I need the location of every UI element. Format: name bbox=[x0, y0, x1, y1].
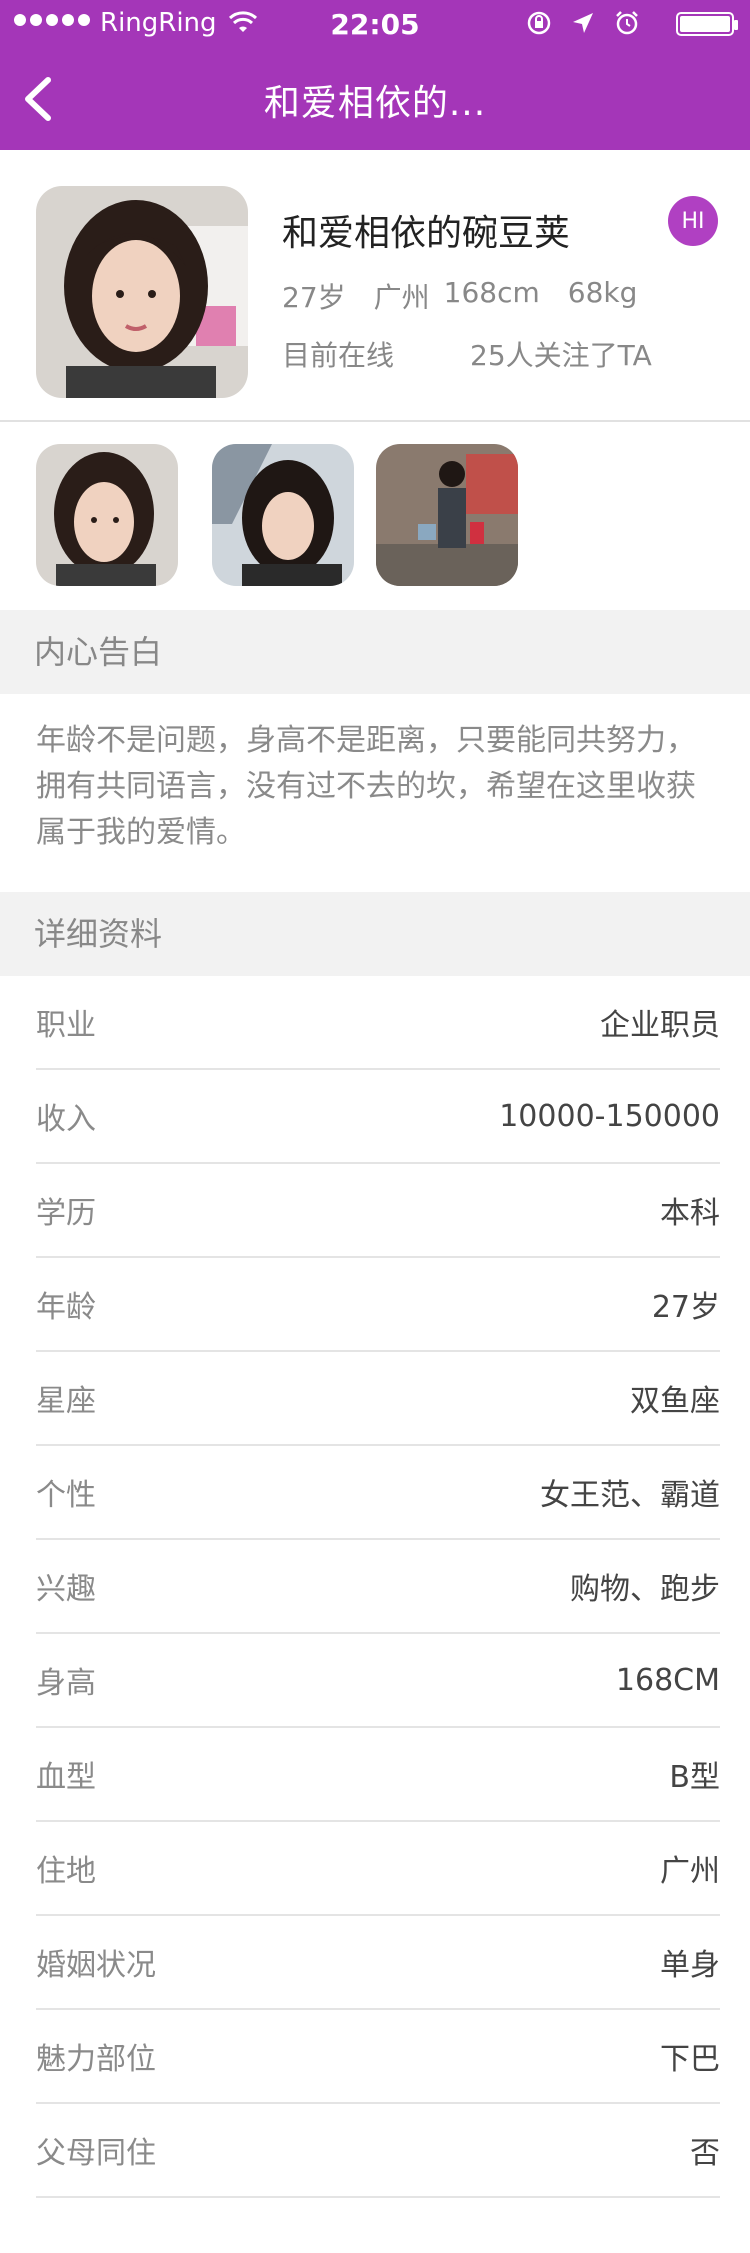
detail-label: 身高 bbox=[36, 1666, 96, 1701]
detail-row-age: 年龄 27岁 bbox=[36, 1258, 720, 1352]
detail-label: 年龄 bbox=[36, 1290, 96, 1325]
detail-row-occupation: 职业 企业职员 bbox=[36, 976, 720, 1070]
say-hi-button[interactable]: HI bbox=[668, 196, 718, 246]
detail-row-height: 身高 168CM bbox=[36, 1634, 720, 1728]
detail-label: 兴趣 bbox=[36, 1572, 96, 1607]
detail-label: 星座 bbox=[36, 1384, 96, 1419]
section-header-confession: 内心告白 bbox=[0, 610, 750, 694]
details-list: 职业 企业职员 收入 10000-150000 学历 本科 年龄 27岁 星座 … bbox=[0, 976, 750, 2198]
profile-card: 和爱相依的碗豆荚 HI 27岁 广州 168cm 68kg 目前在线 25人关注… bbox=[0, 150, 750, 422]
detail-row-marital-status: 婚姻状况 单身 bbox=[36, 1916, 720, 2010]
detail-value: 广州 bbox=[660, 1854, 720, 1889]
detail-row-blood-type: 血型 B型 bbox=[36, 1728, 720, 1822]
status-bar: RingRing 22:05 bbox=[0, 0, 750, 48]
nav-bar: 和爱相依的... bbox=[0, 48, 750, 150]
app-header: RingRing 22:05 和爱相依的... bbox=[0, 0, 750, 150]
detail-label: 收入 bbox=[36, 1102, 96, 1137]
profile-meta: 27岁 广州 168cm 68kg bbox=[282, 276, 637, 316]
photo-thumbnail[interactable] bbox=[376, 444, 518, 586]
profile-city: 广州 bbox=[373, 281, 430, 314]
battery-icon bbox=[676, 12, 738, 36]
profile-weight: 68kg bbox=[567, 276, 638, 309]
detail-label: 父母同住 bbox=[36, 2136, 156, 2171]
profile-name: 和爱相依的碗豆荚 bbox=[282, 213, 571, 254]
detail-label: 住地 bbox=[36, 1854, 96, 1889]
alarm-icon bbox=[616, 11, 638, 35]
detail-value: B型 bbox=[669, 1760, 720, 1795]
profile-age: 27岁 bbox=[282, 281, 346, 314]
detail-label: 血型 bbox=[36, 1760, 96, 1795]
detail-row-interests: 兴趣 购物、跑步 bbox=[36, 1540, 720, 1634]
orientation-lock-icon bbox=[527, 11, 551, 35]
detail-label: 婚姻状况 bbox=[36, 1948, 156, 1983]
detail-label: 个性 bbox=[36, 1478, 96, 1513]
detail-label: 魅力部位 bbox=[36, 2042, 156, 2077]
detail-row-residence: 住地 广州 bbox=[36, 1822, 720, 1916]
detail-value: 下巴 bbox=[660, 2042, 720, 2077]
detail-value: 否 bbox=[690, 2136, 720, 2171]
avatar[interactable] bbox=[36, 186, 248, 398]
detail-value: 双鱼座 bbox=[630, 1384, 720, 1419]
confession-text: 年龄不是问题，身高不是距离，只要能同共努力，拥有共同语言，没有过不去的坎，希望在… bbox=[36, 723, 696, 850]
detail-value: 168CM bbox=[615, 1662, 720, 1698]
detail-value: 企业职员 bbox=[600, 1008, 720, 1043]
detail-row-income: 收入 10000-150000 bbox=[36, 1070, 720, 1164]
online-status: 目前在线 bbox=[282, 339, 395, 372]
detail-value: 本科 bbox=[660, 1196, 720, 1231]
followers-count[interactable]: 25人关注了TA bbox=[470, 334, 652, 374]
detail-row-live-with-parents: 父母同住 否 bbox=[36, 2104, 720, 2198]
detail-value: 女王范、霸道 bbox=[540, 1478, 720, 1513]
detail-value: 27岁 bbox=[651, 1290, 720, 1325]
photo-thumbnail[interactable] bbox=[36, 444, 178, 586]
detail-value: 购物、跑步 bbox=[570, 1572, 720, 1607]
section-header-details: 详细资料 bbox=[0, 892, 750, 976]
photo-strip bbox=[0, 422, 750, 610]
detail-value: 10000-150000 bbox=[499, 1098, 720, 1134]
detail-value: 单身 bbox=[660, 1948, 720, 1983]
location-icon bbox=[573, 13, 593, 33]
detail-label: 职业 bbox=[36, 1008, 96, 1043]
detail-label: 学历 bbox=[36, 1196, 96, 1231]
page-title: 和爱相依的... bbox=[263, 83, 487, 124]
profile-status: 目前在线 25人关注了TA bbox=[282, 334, 652, 374]
detail-row-education: 学历 本科 bbox=[36, 1164, 720, 1258]
detail-row-personality: 个性 女王范、霸道 bbox=[36, 1446, 720, 1540]
detail-row-zodiac: 星座 双鱼座 bbox=[36, 1352, 720, 1446]
profile-height: 168cm bbox=[443, 276, 540, 309]
detail-row-charm-feature: 魅力部位 下巴 bbox=[36, 2010, 720, 2104]
photo-thumbnail[interactable] bbox=[212, 444, 354, 586]
